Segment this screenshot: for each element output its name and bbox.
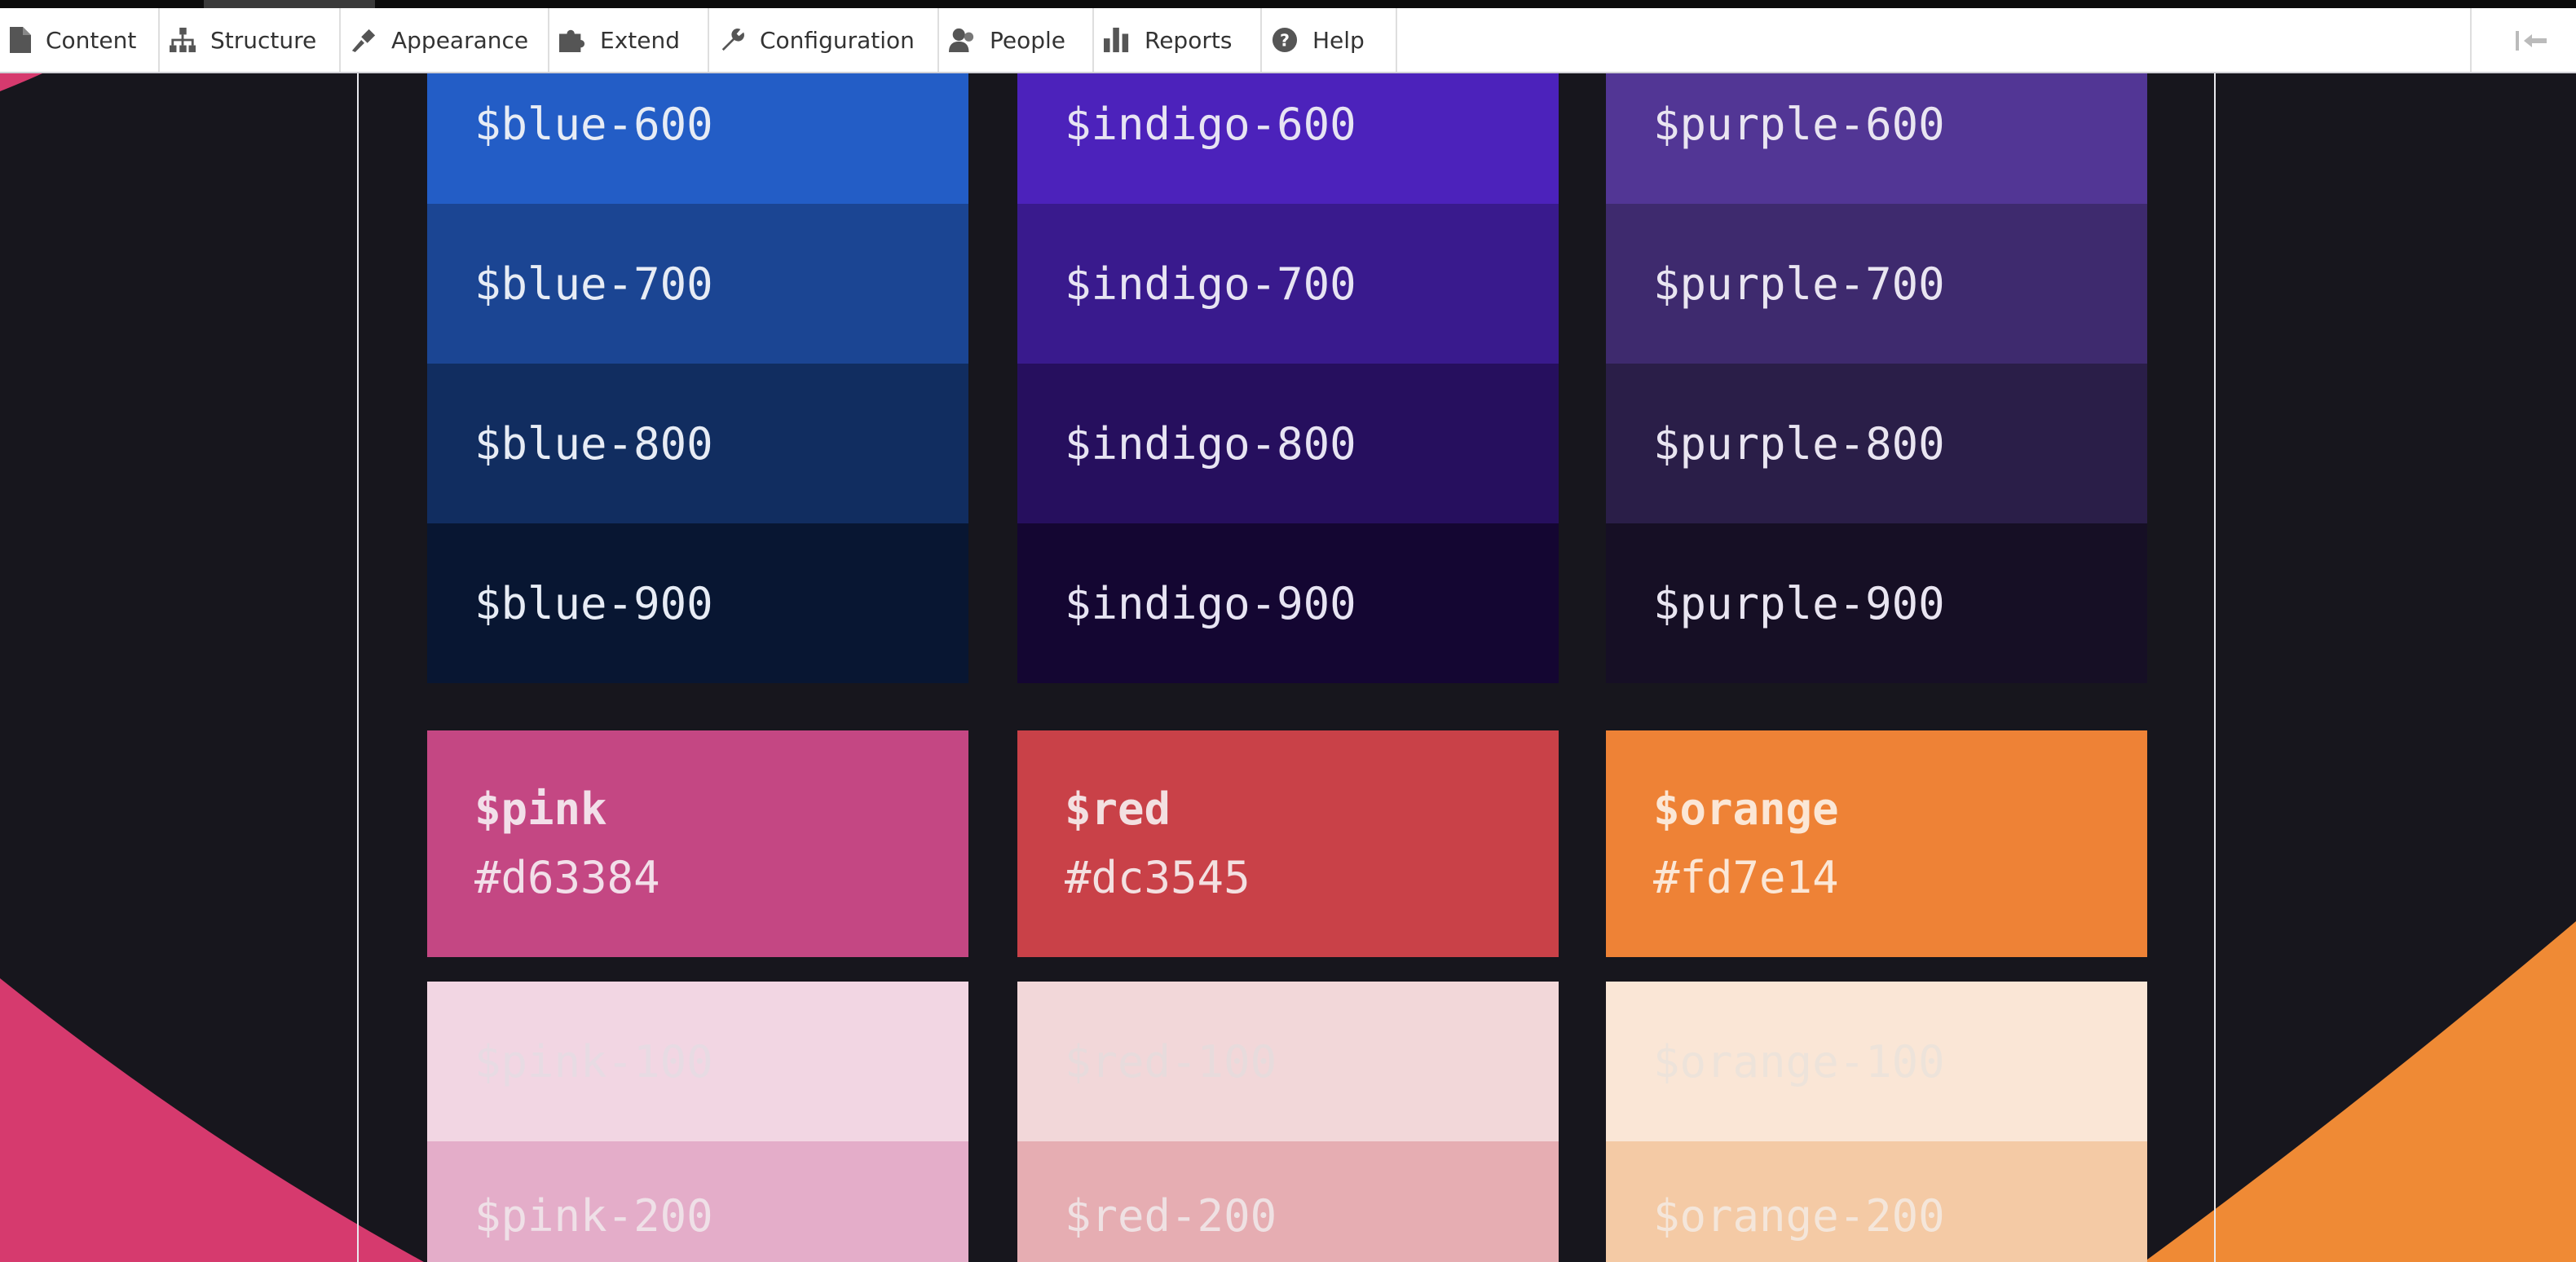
pink-curve bbox=[0, 978, 424, 1262]
orange-curve bbox=[2144, 921, 2576, 1262]
swatch-blue-800: $blue-800 bbox=[427, 364, 968, 523]
swatch-label: $purple-800 bbox=[1653, 417, 1945, 470]
swatch-red-main: $red #dc3545 bbox=[1017, 730, 1559, 957]
swatch-red-100: $red-100 bbox=[1017, 982, 1559, 1141]
toolbar-item-appearance[interactable]: Appearance bbox=[341, 8, 549, 72]
toolbar-label: Help bbox=[1312, 26, 1365, 54]
swatch-red-200: $red-200 bbox=[1017, 1141, 1559, 1262]
swatch-label: $blue-600 bbox=[474, 98, 713, 150]
puzzle-icon bbox=[559, 27, 585, 53]
sitemap-icon bbox=[170, 27, 196, 53]
frame-line-left bbox=[357, 72, 359, 1262]
toolbar-item-people[interactable]: People bbox=[939, 8, 1094, 72]
toolbar-label: Configuration bbox=[760, 26, 915, 54]
swatch-label: $red-100 bbox=[1065, 1035, 1277, 1088]
toolbar-label: Reports bbox=[1145, 26, 1233, 54]
swatch-label: $indigo-600 bbox=[1065, 98, 1356, 150]
swatch-purple-900: $purple-900 bbox=[1606, 523, 2147, 683]
pink-corner-top bbox=[0, 73, 42, 91]
swatch-label: $purple-700 bbox=[1653, 258, 1945, 310]
swatch-hex: #fd7e14 bbox=[1653, 852, 1839, 903]
file-icon bbox=[10, 27, 31, 53]
toolbar-label: Appearance bbox=[391, 26, 529, 54]
toolbar-orientation-toggle[interactable] bbox=[2470, 8, 2576, 72]
swatch-label: $indigo-800 bbox=[1065, 417, 1356, 470]
toolbar-item-reports[interactable]: Reports bbox=[1094, 8, 1262, 72]
swatch-label: $blue-900 bbox=[474, 577, 713, 629]
swatch-name: $pink bbox=[474, 783, 607, 835]
swatch-label: $indigo-900 bbox=[1065, 577, 1356, 629]
toolbar-item-extend[interactable]: Extend bbox=[549, 8, 709, 72]
wrench-icon bbox=[719, 27, 745, 53]
people-icon bbox=[949, 27, 975, 53]
swatch-purple-700: $purple-700 bbox=[1606, 204, 2147, 364]
help-icon: ? bbox=[1272, 27, 1298, 53]
toolbar-item-structure[interactable]: Structure bbox=[160, 8, 341, 72]
orientation-toggle-icon bbox=[2516, 31, 2548, 54]
swatch-label: $blue-800 bbox=[474, 417, 713, 470]
paintbrush-icon bbox=[351, 27, 377, 53]
swatch-label: $blue-700 bbox=[474, 258, 713, 310]
swatch-label: $purple-900 bbox=[1653, 577, 1945, 629]
swatch-blue-900: $blue-900 bbox=[427, 523, 968, 683]
swatch-pink-200: $pink-200 bbox=[427, 1141, 968, 1262]
swatch-blue-700: $blue-700 bbox=[427, 204, 968, 364]
swatch-label: $indigo-700 bbox=[1065, 258, 1356, 310]
swatch-label: $purple-600 bbox=[1653, 98, 1945, 150]
toolbar-item-configuration[interactable]: Configuration bbox=[709, 8, 939, 72]
admin-toolbar: Content Structure Appearance Extend Conf… bbox=[0, 8, 2576, 73]
swatch-name: $red bbox=[1065, 783, 1171, 835]
swatch-indigo-700: $indigo-700 bbox=[1017, 204, 1559, 364]
toolbar-label: People bbox=[990, 26, 1066, 54]
top-strip bbox=[0, 0, 2576, 8]
swatch-label: $orange-100 bbox=[1653, 1035, 1945, 1088]
swatch-label: $orange-200 bbox=[1653, 1190, 1945, 1242]
swatch-label: $pink-100 bbox=[474, 1035, 713, 1088]
swatch-indigo-800: $indigo-800 bbox=[1017, 364, 1559, 523]
swatch-name: $orange bbox=[1653, 783, 1839, 835]
frame-line-right bbox=[2214, 72, 2216, 1262]
swatch-indigo-900: $indigo-900 bbox=[1017, 523, 1559, 683]
swatch-orange-100: $orange-100 bbox=[1606, 982, 2147, 1141]
toolbar-label: Extend bbox=[600, 26, 680, 54]
toolbar-item-content[interactable]: Content bbox=[0, 8, 160, 72]
swatch-hex: #d63384 bbox=[474, 852, 660, 903]
toolbar-label: Structure bbox=[210, 26, 317, 54]
toolbar-label: Content bbox=[46, 26, 137, 54]
swatch-label: $red-200 bbox=[1065, 1190, 1277, 1242]
swatch-pink-100: $pink-100 bbox=[427, 982, 968, 1141]
swatch-orange-main: $orange #fd7e14 bbox=[1606, 730, 2147, 957]
swatch-pink-main: $pink #d63384 bbox=[427, 730, 968, 957]
swatch-orange-200: $orange-200 bbox=[1606, 1141, 2147, 1262]
toolbar-item-help[interactable]: ? Help bbox=[1262, 8, 1397, 72]
swatch-label: $pink-200 bbox=[474, 1190, 713, 1242]
swatch-hex: #dc3545 bbox=[1065, 852, 1251, 903]
svg-text:?: ? bbox=[1280, 31, 1290, 51]
swatch-purple-800: $purple-800 bbox=[1606, 364, 2147, 523]
bar-chart-icon bbox=[1104, 27, 1130, 53]
